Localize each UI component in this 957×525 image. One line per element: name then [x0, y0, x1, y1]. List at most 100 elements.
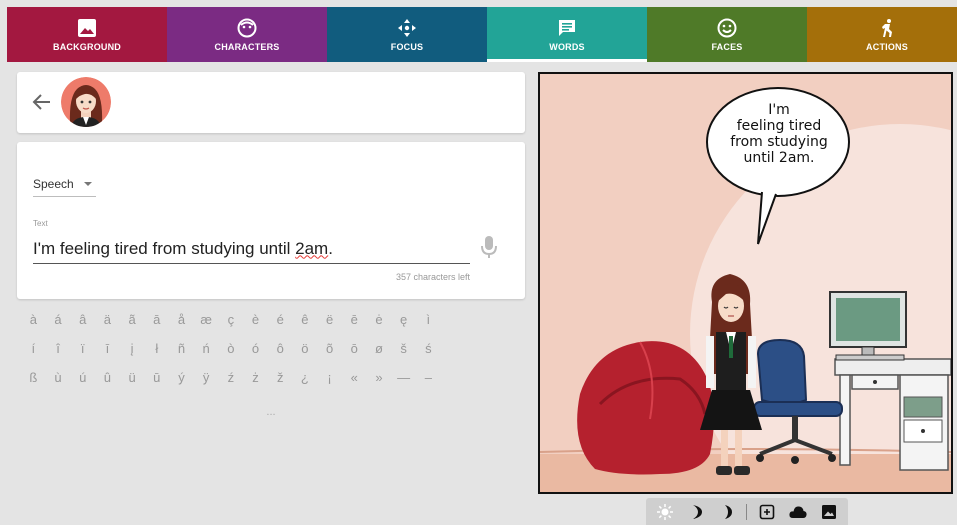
- tab-label: FACES: [711, 42, 743, 52]
- special-char-key[interactable]: ë: [317, 312, 342, 341]
- thin-moon-icon[interactable]: [715, 501, 738, 523]
- special-char-key[interactable]: ā: [144, 312, 169, 341]
- special-char-key[interactable]: ¡: [317, 370, 342, 399]
- tab-label: BACKGROUND: [53, 42, 121, 52]
- characters-left-counter: 357 characters left: [395, 272, 470, 282]
- tab-label: CHARACTERS: [214, 42, 280, 52]
- special-char-key[interactable]: ę: [391, 312, 416, 341]
- special-char-key[interactable]: î: [46, 341, 71, 370]
- running-person-icon: [876, 17, 898, 39]
- special-char-key[interactable]: ś: [416, 341, 441, 370]
- char-row: ß ù ú û ü ū ý ÿ ź ż ž ¿ ¡ «» — –: [21, 370, 521, 399]
- special-char-key[interactable]: â: [70, 312, 95, 341]
- special-char-key[interactable]: ö: [293, 341, 318, 370]
- special-char-key[interactable]: ç: [219, 312, 244, 341]
- image-icon: [76, 17, 98, 39]
- char-row: íîïīįłñńòóôöõōøšś: [21, 341, 521, 370]
- character-avatar[interactable]: [61, 77, 111, 127]
- bubble-type-dropdown[interactable]: Speech: [33, 172, 96, 197]
- text-field-label: Text: [33, 219, 48, 228]
- special-char-key[interactable]: ō: [342, 341, 367, 370]
- special-char-key[interactable]: ý: [169, 370, 194, 399]
- special-char-key[interactable]: ż: [243, 370, 268, 399]
- special-char-key[interactable]: ¿: [293, 370, 318, 399]
- special-char-key[interactable]: è: [243, 312, 268, 341]
- bubble-line: I'm: [768, 102, 790, 118]
- special-char-key[interactable]: ó: [243, 341, 268, 370]
- special-char-key[interactable]: ł: [144, 341, 169, 370]
- special-char-key[interactable]: ø: [367, 341, 392, 370]
- char-row: àáâäãāåæçèéêëēėęì: [21, 312, 521, 341]
- bubble-line: from studying: [730, 134, 828, 150]
- special-char-key[interactable]: ä: [95, 312, 120, 341]
- tab-words[interactable]: WORDS: [487, 7, 647, 62]
- tab-faces[interactable]: FACES: [647, 7, 807, 62]
- text-editor-card: Speech Text I'm feeling tired from study…: [17, 142, 525, 299]
- focus-arrows-icon: [396, 17, 418, 39]
- special-char-key[interactable]: ū: [144, 370, 169, 399]
- special-char-key[interactable]: ò: [219, 341, 244, 370]
- special-char-key[interactable]: é: [268, 312, 293, 341]
- special-char-key[interactable]: ń: [194, 341, 219, 370]
- special-char-key[interactable]: ß: [21, 370, 46, 399]
- text-value-end: .: [328, 238, 333, 258]
- special-char-key[interactable]: ô: [268, 341, 293, 370]
- special-char-key[interactable]: ī: [95, 341, 120, 370]
- microphone-icon[interactable]: [480, 234, 498, 260]
- tab-characters[interactable]: CHARACTERS: [167, 7, 327, 62]
- crescent-moon-icon[interactable]: [685, 501, 708, 523]
- cloud-icon[interactable]: [787, 501, 810, 523]
- special-char-key[interactable]: á: [46, 312, 71, 341]
- bubble-line: feeling tired: [736, 118, 822, 134]
- tab-label: WORDS: [549, 42, 585, 52]
- special-char-key[interactable]: ź: [219, 370, 244, 399]
- special-char-key[interactable]: ė: [367, 312, 392, 341]
- special-char-key[interactable]: ê: [293, 312, 318, 341]
- special-char-key[interactable]: û: [95, 370, 120, 399]
- panel-toolbar: [646, 498, 848, 525]
- special-char-key[interactable]: ÿ: [194, 370, 219, 399]
- special-char-key[interactable]: ï: [70, 341, 95, 370]
- special-char-key[interactable]: õ: [317, 341, 342, 370]
- special-char-key[interactable]: å: [169, 312, 194, 341]
- special-char-key[interactable]: í: [21, 341, 46, 370]
- special-char-key[interactable]: —: [391, 370, 416, 399]
- special-char-key[interactable]: –: [416, 370, 441, 399]
- special-char-key[interactable]: «: [342, 370, 367, 399]
- bubble-text-input[interactable]: I'm feeling tired from studying until 2a…: [33, 234, 470, 264]
- special-char-key[interactable]: ú: [70, 370, 95, 399]
- comic-panel[interactable]: I'm feeling tired from studying until 2a…: [538, 72, 953, 494]
- special-char-key[interactable]: ü: [120, 370, 145, 399]
- special-char-key[interactable]: ì: [416, 312, 441, 341]
- special-char-key[interactable]: à: [21, 312, 46, 341]
- special-characters-palette: àáâäãāåæçèéêëēėęì íîïīįłñńòóôöõōøšś ßùúû…: [21, 312, 521, 418]
- add-photo-icon[interactable]: [756, 501, 779, 523]
- more-characters-button[interactable]: ...: [21, 406, 521, 418]
- special-char-key[interactable]: ã: [120, 312, 145, 341]
- special-char-key[interactable]: ù: [46, 370, 71, 399]
- bubble-line: until 2am.: [743, 150, 815, 166]
- special-char-key[interactable]: š: [391, 341, 416, 370]
- special-char-key[interactable]: į: [120, 341, 145, 370]
- chevron-down-icon: [83, 182, 92, 186]
- special-char-key[interactable]: æ: [194, 312, 219, 341]
- sun-icon[interactable]: [654, 501, 677, 523]
- smiley-icon: [716, 17, 738, 39]
- special-char-key[interactable]: ž: [268, 370, 293, 399]
- tab-background[interactable]: BACKGROUND: [7, 7, 167, 62]
- toolbar-divider: [746, 503, 747, 520]
- tab-actions[interactable]: ACTIONS: [807, 7, 957, 62]
- speech-bubble-text[interactable]: I'm feeling tired from studying until 2a…: [710, 102, 848, 166]
- bubble-type-value: Speech: [33, 177, 74, 191]
- text-value-misspelled: 2am: [295, 238, 329, 258]
- special-char-key[interactable]: »: [367, 370, 392, 399]
- tab-focus[interactable]: FOCUS: [327, 7, 487, 62]
- special-char-key[interactable]: ē: [342, 312, 367, 341]
- selected-character-card: [17, 72, 525, 133]
- special-char-key[interactable]: ñ: [169, 341, 194, 370]
- image-icon[interactable]: [817, 501, 840, 523]
- tab-label: FOCUS: [390, 42, 424, 52]
- text-value-start: I'm feeling tired from studying until: [33, 238, 296, 258]
- back-arrow-icon[interactable]: [31, 91, 53, 113]
- face-outline-icon: [236, 17, 258, 39]
